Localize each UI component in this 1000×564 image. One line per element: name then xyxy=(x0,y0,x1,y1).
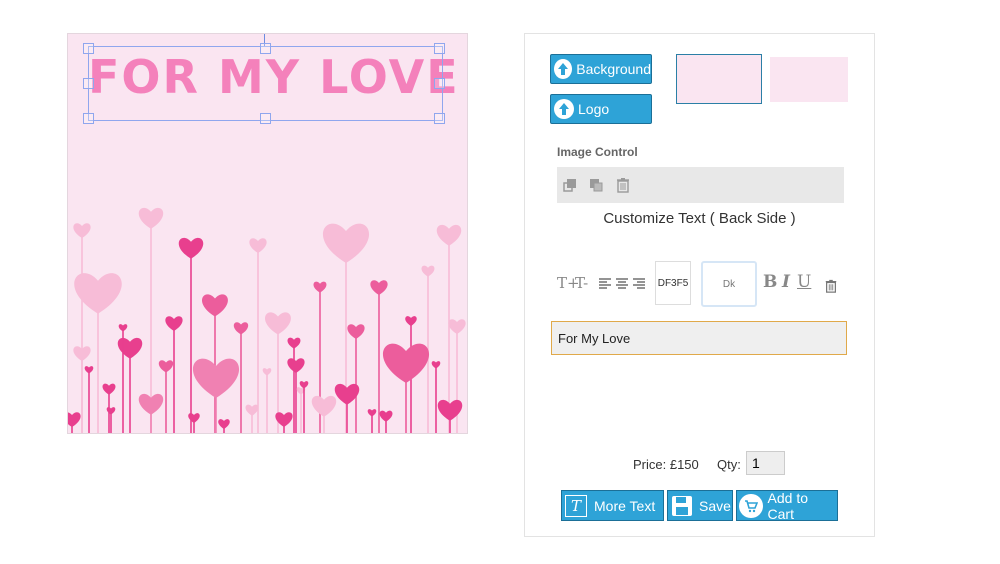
font-family-select[interactable]: Dk xyxy=(701,261,757,307)
heart-shape xyxy=(202,294,228,317)
resize-handle-right-mid[interactable] xyxy=(434,78,445,89)
heart-shape xyxy=(117,337,143,359)
heart-shape xyxy=(265,312,291,335)
background-button-label: Background xyxy=(576,61,651,77)
selection-box[interactable] xyxy=(88,46,443,121)
heart-shape xyxy=(436,224,462,246)
decrease-font-size-button[interactable]: T- xyxy=(575,274,588,292)
save-button[interactable]: Save xyxy=(667,490,733,521)
heart-shape xyxy=(73,223,91,238)
heart-shape xyxy=(437,399,463,421)
heart-shape xyxy=(322,223,370,263)
more-text-label: More Text xyxy=(594,497,656,514)
heart-shape xyxy=(218,419,230,429)
cart-icon xyxy=(739,493,763,518)
heart-shape xyxy=(106,407,116,415)
qty-input[interactable] xyxy=(746,451,785,475)
heart-shape xyxy=(313,281,327,293)
add-to-cart-button[interactable]: Add to Cart xyxy=(736,489,838,522)
font-family-value: Dk xyxy=(722,278,736,290)
customize-text-title: Customize Text ( Back Side ) xyxy=(603,210,796,227)
heart-shape xyxy=(421,265,435,277)
upload-arrow-icon xyxy=(554,59,573,79)
heart-shape xyxy=(138,207,164,229)
customize-panel: Background Logo Image Control Customize … xyxy=(524,33,875,537)
heart-shape xyxy=(102,383,116,395)
heart-shape xyxy=(370,280,388,295)
heart-shape xyxy=(448,319,466,334)
resize-handle-bottom-left[interactable] xyxy=(83,113,94,124)
bold-button[interactable]: B xyxy=(763,272,777,292)
add-to-cart-label: Add to Cart xyxy=(767,489,809,522)
image-control-label: Image Control xyxy=(557,145,638,159)
upload-arrow-icon xyxy=(554,99,574,119)
heart-shape xyxy=(84,366,94,374)
heart-shape xyxy=(347,324,365,339)
design-canvas[interactable]: For My Love xyxy=(67,33,468,434)
heart-shape xyxy=(311,395,337,417)
text-color-value: DF3F5 xyxy=(657,277,689,289)
heart-shape xyxy=(405,316,417,326)
heart-shape xyxy=(287,337,301,349)
more-text-button[interactable]: T More Text xyxy=(561,490,664,521)
align-left-icon[interactable] xyxy=(599,278,611,290)
custom-text-input[interactable] xyxy=(551,321,847,355)
front-side-thumbnail[interactable] xyxy=(676,54,762,104)
heart-shape xyxy=(118,324,128,332)
heart-shape xyxy=(233,322,249,335)
text-toolbar: T+ T- DF3F5 Dk B I U xyxy=(557,259,857,307)
back-side-thumbnail[interactable] xyxy=(770,57,848,102)
resize-handle-bottom-right[interactable] xyxy=(434,113,445,124)
heart-shape xyxy=(68,412,81,427)
bring-forward-icon[interactable] xyxy=(562,177,578,193)
price-label: Price: £150 xyxy=(633,457,699,472)
heart-shape xyxy=(299,381,309,389)
heart-shape xyxy=(245,404,259,416)
heart-shape xyxy=(431,361,441,369)
heart-shape xyxy=(158,360,174,373)
image-control-bar xyxy=(557,167,844,203)
heart-shape xyxy=(379,410,393,422)
resize-handle-top-right[interactable] xyxy=(434,43,445,54)
heart-shape xyxy=(287,358,305,373)
send-backward-icon[interactable] xyxy=(588,177,604,193)
resize-handle-bottom-center[interactable] xyxy=(260,113,271,124)
text-color-picker[interactable]: DF3F5 xyxy=(655,261,691,305)
logo-button-label: Logo xyxy=(578,101,610,117)
heart-shape xyxy=(165,316,183,331)
heart-shape xyxy=(262,368,272,376)
underline-button[interactable]: U xyxy=(797,272,811,292)
heart-shape xyxy=(192,358,240,398)
floppy-disk-icon xyxy=(672,495,692,516)
trash-icon[interactable] xyxy=(615,177,631,193)
text-icon: T xyxy=(565,494,587,517)
logo-button[interactable]: Logo xyxy=(550,94,652,124)
save-label: Save xyxy=(699,497,731,514)
background-button[interactable]: Background xyxy=(550,54,652,84)
resize-handle-left-mid[interactable] xyxy=(83,78,94,89)
qty-label: Qty: xyxy=(717,457,741,472)
heart-shape xyxy=(188,413,200,423)
heart-shape xyxy=(178,237,204,259)
align-right-icon[interactable] xyxy=(633,278,645,290)
heart-shape xyxy=(249,238,267,253)
delete-text-icon[interactable] xyxy=(824,278,838,294)
italic-button[interactable]: I xyxy=(782,272,790,292)
heart-shape xyxy=(367,409,377,417)
heart-shape xyxy=(382,343,430,383)
align-center-icon[interactable] xyxy=(616,278,628,290)
resize-handle-top-left[interactable] xyxy=(83,43,94,54)
resize-handle-top-center[interactable] xyxy=(260,43,271,54)
